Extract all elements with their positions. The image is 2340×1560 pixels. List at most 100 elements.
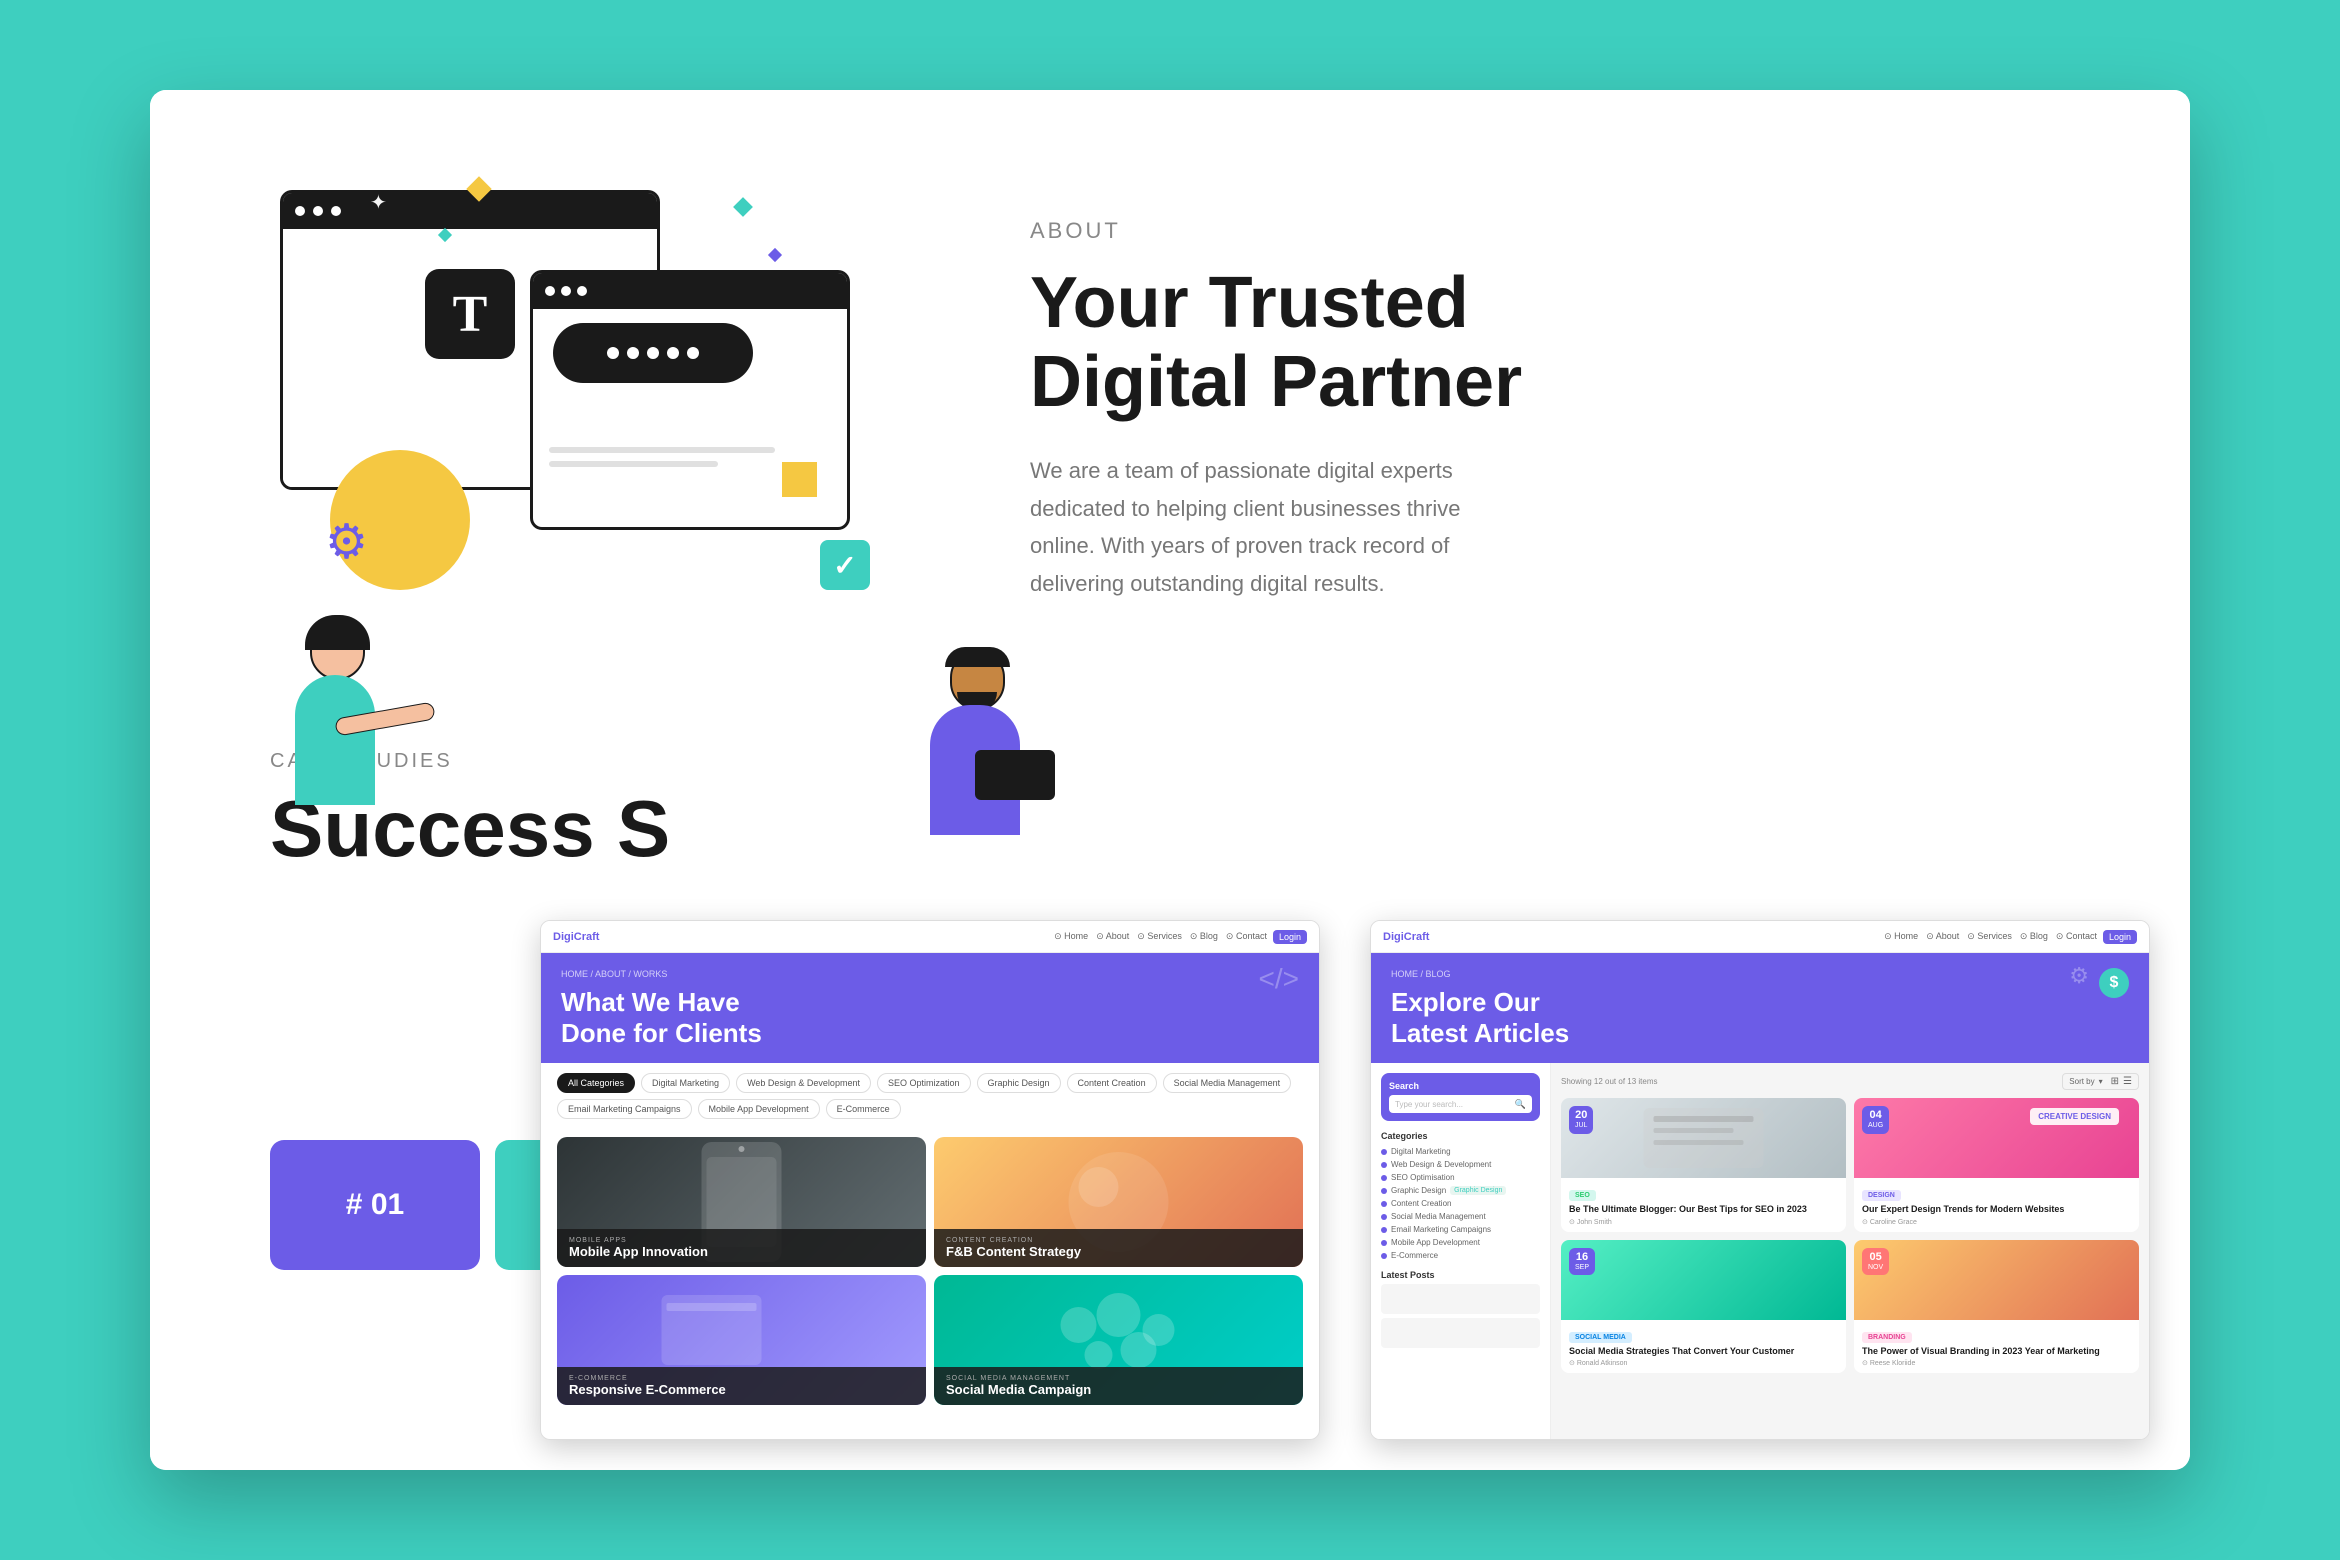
cat-dot-3 [1381, 1175, 1387, 1181]
gear-icon: ⚙ [325, 514, 368, 570]
nav-about: ⊙ About [1096, 931, 1129, 942]
cat-label-7: Email Marketing Campaigns [1391, 1225, 1491, 1234]
creative-design-badge: CREATIVE DESIGN [2030, 1108, 2119, 1125]
cat-label-3: SEO Optimisation [1391, 1173, 1455, 1182]
blog-date-num-2: 04 [1868, 1109, 1883, 1122]
filter-digital[interactable]: Digital Marketing [641, 1073, 730, 1093]
portfolio-login-btn[interactable]: Login [1273, 930, 1307, 944]
portfolio-header: HOME / ABOUT / WORKS What We Have Done f… [541, 953, 1319, 1063]
blog-card-tag-1: SEO [1569, 1190, 1596, 1201]
blog-search-box: Search Type your search... 🔍 [1381, 1073, 1540, 1121]
blog-card-body-1: SEO Be The Ultimate Blogger: Our Best Ti… [1561, 1178, 1846, 1232]
blog-view-grid-icon[interactable]: ⊞ [2111, 1076, 2119, 1087]
blog-card-title-3: Social Media Strategies That Convert You… [1569, 1346, 1838, 1358]
blog-card-4[interactable]: 05 NOV BRANDING The Power of Visual Bran… [1854, 1240, 2139, 1374]
blog-search-input[interactable]: Type your search... 🔍 [1389, 1095, 1532, 1113]
portfolio-item-label-4: SOCIAL MEDIA MANAGEMENT Social Media Cam… [934, 1367, 1303, 1405]
chat-bubble-dot-2 [627, 347, 639, 359]
blog-card-img-1: 20 JUL [1561, 1098, 1846, 1178]
cat-label-6: Social Media Management [1391, 1212, 1486, 1221]
portfolio-item-2[interactable]: CONTENT CREATION F&B Content Strategy [934, 1137, 1303, 1267]
chat-bubble [553, 323, 753, 383]
illus-dot-1 [295, 206, 305, 216]
chat-bubble-dot-5 [687, 347, 699, 359]
portfolio-nav-logo: DigiCraft [553, 931, 599, 943]
chat-bubble-dot-1 [607, 347, 619, 359]
blog-card-tag-3: SOCIAL MEDIA [1569, 1332, 1632, 1343]
filter-seo[interactable]: SEO Optimization [877, 1073, 971, 1093]
portfolio-header-deco: </> [1259, 963, 1299, 995]
case-studies-title: Success S [270, 789, 2070, 869]
cat-item-1[interactable]: Digital Marketing [1381, 1145, 1540, 1158]
cat-label-2: Web Design & Development [1391, 1160, 1491, 1169]
blog-card-2[interactable]: 04 AUG CREATIVE DESIGN DESIGN Our Expert… [1854, 1098, 2139, 1232]
chat-bubble-dot-3 [647, 347, 659, 359]
blog-date-num-4: 05 [1868, 1251, 1883, 1264]
blog-browser[interactable]: DigiCraft ⊙ Home ⊙ About ⊙ Services ⊙ Bl… [1370, 920, 2150, 1440]
blog-nav-services: ⊙ Services [1967, 931, 2012, 942]
pi-category-1: MOBILE APPS [569, 1237, 914, 1244]
illus-chat-bar [533, 273, 847, 309]
latest-post-1[interactable] [1381, 1284, 1540, 1314]
woman-body [295, 675, 375, 805]
portfolio-nav-links: ⊙ Home ⊙ About ⊙ Services ⊙ Blog ⊙ Conta… [1054, 931, 1267, 942]
chat-dot-3 [577, 286, 587, 296]
sort-chevron-icon: ▾ [2099, 1077, 2103, 1086]
filter-content[interactable]: Content Creation [1067, 1073, 1157, 1093]
cat-item-9[interactable]: E-Commerce [1381, 1249, 1540, 1262]
pi-category-2: CONTENT CREATION [946, 1237, 1291, 1244]
portfolio-item-1[interactable]: MOBILE APPS Mobile App Innovation [557, 1137, 926, 1267]
blog-view-list-icon[interactable]: ☰ [2123, 1076, 2132, 1087]
blog-card-body-3: SOCIAL MEDIA Social Media Strategies Tha… [1561, 1320, 1846, 1374]
cat-dot-9 [1381, 1253, 1387, 1259]
chat-bubble-dot-4 [667, 347, 679, 359]
cat-item-4[interactable]: Graphic Design Graphic Design [1381, 1184, 1540, 1197]
cat-item-6[interactable]: Social Media Management [1381, 1210, 1540, 1223]
portfolio-item-label-1: MOBILE APPS Mobile App Innovation [557, 1229, 926, 1267]
chat-dot-2 [561, 286, 571, 296]
blog-card-img-2: 04 AUG CREATIVE DESIGN [1854, 1098, 2139, 1178]
nav-home: ⊙ Home [1054, 931, 1088, 942]
blog-sidebar: Search Type your search... 🔍 Categories … [1371, 1063, 1551, 1439]
portfolio-item-label-3: E-COMMERCE Responsive E-Commerce [557, 1367, 926, 1405]
blog-nav-links: ⊙ Home ⊙ About ⊙ Services ⊙ Blog ⊙ Conta… [1884, 931, 2097, 942]
illus-chat-browser [530, 270, 850, 530]
filter-all[interactable]: All Categories [557, 1073, 635, 1093]
blog-nav-contact: ⊙ Contact [2056, 931, 2097, 942]
filter-graphic[interactable]: Graphic Design [977, 1073, 1061, 1093]
cat-item-2[interactable]: Web Design & Development [1381, 1158, 1540, 1171]
filter-email[interactable]: Email Marketing Campaigns [557, 1099, 692, 1119]
cat-item-5[interactable]: Content Creation [1381, 1197, 1540, 1210]
portfolio-item-3[interactable]: E-COMMERCE Responsive E-Commerce [557, 1275, 926, 1405]
sparkle-2: ✦ [370, 190, 387, 215]
case-num-text: # 01 [346, 1188, 404, 1222]
man-hair [945, 647, 1010, 667]
deco-diamond-1 [733, 197, 753, 217]
blog-login-btn[interactable]: Login [2103, 930, 2137, 944]
cat-label-4: Graphic Design [1391, 1186, 1446, 1195]
portfolio-filters: All Categories Digital Marketing Web Des… [541, 1063, 1319, 1129]
blog-card-author-4: ⊙ Reese Kloriide [1862, 1359, 2131, 1367]
cat-item-7[interactable]: Email Marketing Campaigns [1381, 1223, 1540, 1236]
blog-sort[interactable]: Sort by ▾ ⊞ ☰ [2062, 1073, 2139, 1090]
cat-dot-6 [1381, 1214, 1387, 1220]
categories-title: Categories [1381, 1131, 1540, 1141]
blog-card-title-1: Be The Ultimate Blogger: Our Best Tips f… [1569, 1204, 1838, 1216]
cat-item-3[interactable]: SEO Optimisation [1381, 1171, 1540, 1184]
blog-card-3[interactable]: 16 SEP SOCIAL MEDIA Social Media Strateg… [1561, 1240, 1846, 1374]
portfolio-browser[interactable]: DigiCraft ⊙ Home ⊙ About ⊙ Services ⊙ Bl… [540, 920, 1320, 1440]
cat-tag-4: Graphic Design [1450, 1186, 1506, 1195]
blog-date-badge-3: 16 SEP [1569, 1248, 1595, 1276]
filter-mobile[interactable]: Mobile App Development [698, 1099, 820, 1119]
filter-social[interactable]: Social Media Management [1163, 1073, 1292, 1093]
cat-item-8[interactable]: Mobile App Development [1381, 1236, 1540, 1249]
blog-card-1[interactable]: 20 JUL SE [1561, 1098, 1846, 1232]
filter-ecommerce[interactable]: E-Commerce [826, 1099, 901, 1119]
illus-t-letter: T [453, 285, 488, 344]
portfolio-item-4[interactable]: SOCIAL MEDIA MANAGEMENT Social Media Cam… [934, 1275, 1303, 1405]
pi-title-4: Social Media Campaign [946, 1382, 1291, 1397]
latest-post-2[interactable] [1381, 1318, 1540, 1348]
blog-date-mon-4: NOV [1868, 1264, 1883, 1272]
filter-web[interactable]: Web Design & Development [736, 1073, 871, 1093]
nav-services: ⊙ Services [1137, 931, 1182, 942]
